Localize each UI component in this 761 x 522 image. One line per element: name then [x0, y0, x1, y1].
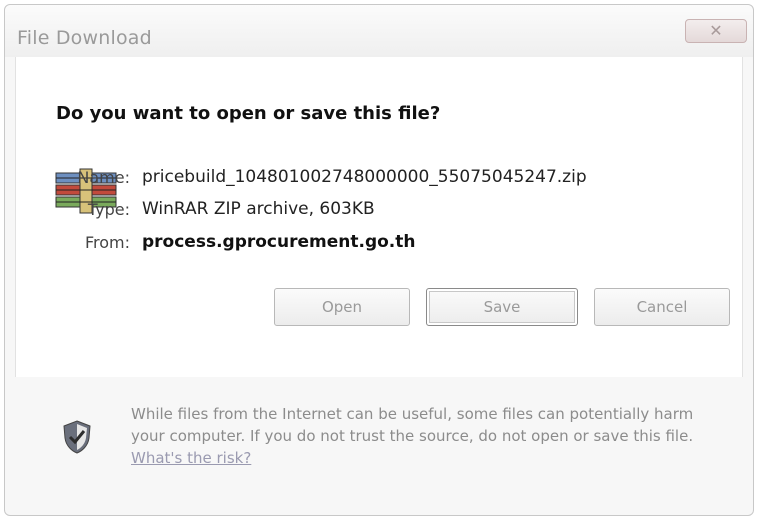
window-title: File Download [17, 27, 152, 49]
type-label: Type: [87, 200, 130, 219]
name-label: Name: [77, 168, 130, 187]
warning-message: While files from the Internet can be use… [131, 403, 721, 469]
file-source: process.gprocurement.go.th [142, 232, 416, 252]
file-type: WinRAR ZIP archive, 603KB [142, 199, 375, 219]
title-bar: File Download ✕ [5, 5, 753, 57]
close-button[interactable]: ✕ [685, 19, 747, 43]
warning-text: While files from the Internet can be use… [131, 405, 694, 445]
risk-link[interactable]: What's the risk? [131, 449, 251, 467]
dialog-content: Do you want to open or save this file? N… [15, 57, 743, 377]
cancel-button[interactable]: Cancel [594, 288, 730, 326]
save-button[interactable]: Save [426, 288, 578, 326]
dialog-question: Do you want to open or save this file? [56, 103, 441, 124]
file-download-dialog: File Download ✕ Do you want to open or s… [4, 4, 754, 516]
from-label: From: [84, 233, 130, 252]
warning-section: While files from the Internet can be use… [5, 377, 753, 515]
shield-icon [63, 420, 91, 454]
file-name: pricebuild_104801002748000000_5507504524… [142, 167, 587, 187]
open-button[interactable]: Open [274, 288, 410, 326]
